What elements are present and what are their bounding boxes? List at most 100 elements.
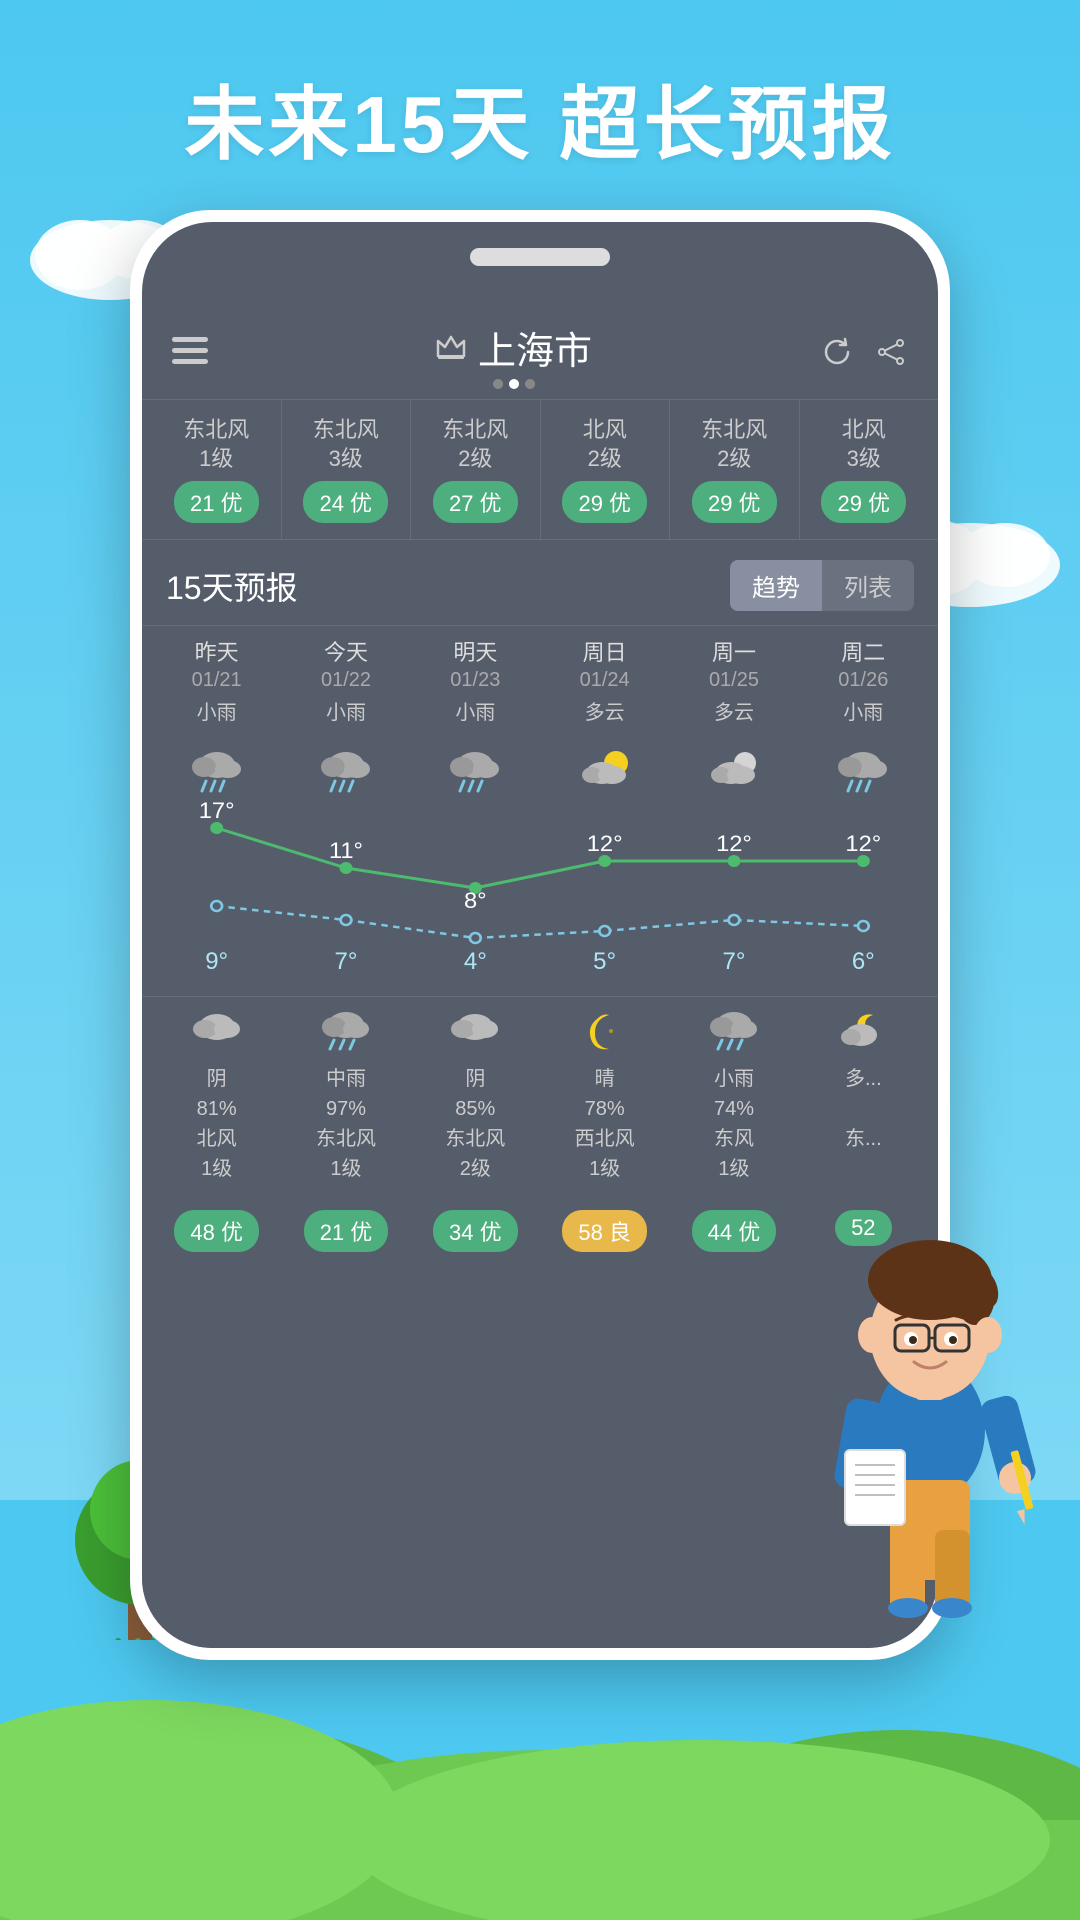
aq-col-2: 东北风2级 27 优 [411, 400, 541, 539]
aq-badge-0: 21 优 [174, 481, 259, 523]
day-weather-4: 多云 [675, 696, 792, 725]
day-label-3: 周日 [546, 638, 663, 669]
phone-speaker [470, 248, 610, 266]
bottom-aq-3: 58 良 [540, 1202, 669, 1252]
aq-badge-4: 29 优 [692, 481, 777, 523]
aq-col-0: 东北风1级 21 优 [152, 400, 282, 539]
detail-0: 阴81%北风1级 [152, 1056, 281, 1192]
forecast-tabs: 趋势 列表 [730, 560, 914, 611]
dot-2 [509, 379, 519, 389]
aq-badge-5: 29 优 [821, 481, 906, 523]
aq-badge-2: 27 优 [433, 481, 518, 523]
bottom-icon-2 [411, 1007, 540, 1056]
character-decoration [790, 1140, 1070, 1640]
top-icon-2 [411, 747, 540, 798]
bottom-aq-4: 44 优 [669, 1202, 798, 1252]
day-col-4: 周一 01/25 多云 [669, 626, 798, 737]
day-date-3: 01/24 [546, 669, 663, 692]
dot-3 [525, 379, 535, 389]
dot-1 [493, 379, 503, 389]
low-temp-5: 6° [799, 948, 928, 986]
day-weather-3: 多云 [546, 696, 663, 725]
air-quality-row: 东北风1级 21 优 东北风3级 24 优 东北风2级 27 优 北风2级 29… [142, 399, 938, 540]
day-date-4: 01/25 [675, 669, 792, 692]
bottom-aq-2: 34 优 [411, 1202, 540, 1252]
day-label-0: 昨天 [158, 638, 275, 669]
tab-trend[interactable]: 趋势 [730, 560, 822, 611]
badge-0: 48 优 [174, 1210, 259, 1252]
city-selector[interactable]: 上海市 [436, 320, 592, 389]
tab-list[interactable]: 列表 [822, 560, 914, 611]
day-col-5: 周二 01/26 小雨 [799, 626, 928, 737]
wind-1: 东北风3级 [292, 416, 401, 473]
wind-5: 北风3级 [810, 416, 919, 473]
temperature-chart: 17° 11° 8° 12° 12° 12° [152, 798, 928, 948]
city-name: 上海市 [478, 320, 592, 375]
day-weather-5: 小雨 [805, 696, 922, 725]
top-icon-1 [281, 747, 410, 798]
bottom-icon-0 [152, 1007, 281, 1056]
detail-4: 小雨74%东风1级 [669, 1056, 798, 1192]
low-temp-2: 4° [411, 948, 540, 986]
aq-col-4: 东北风2级 29 优 [670, 400, 800, 539]
wind-0: 东北风1级 [162, 416, 271, 473]
badge-4: 44 优 [692, 1210, 777, 1252]
aq-col-5: 北风3级 29 优 [800, 400, 929, 539]
day-date-5: 01/26 [805, 669, 922, 692]
bottom-icon-4 [669, 1007, 798, 1056]
low-temp-1: 7° [281, 948, 410, 986]
day-label-4: 周一 [675, 638, 792, 669]
forecast-header: 15天预报 趋势 列表 [142, 560, 938, 625]
detail-3: 晴78%西北风1级 [540, 1056, 669, 1192]
crown-icon [436, 333, 466, 363]
day-date-2: 01/23 [417, 669, 534, 692]
day-col-3: 周日 01/24 多云 [540, 626, 669, 737]
bottom-aq-1: 21 优 [281, 1202, 410, 1252]
bottom-aq-0: 48 优 [152, 1202, 281, 1252]
day-weather-2: 小雨 [417, 696, 534, 725]
top-weather-icons [142, 737, 938, 798]
aq-badge-1: 24 优 [303, 481, 388, 523]
svg-text:12°: 12° [587, 831, 623, 856]
wind-3: 北风2级 [551, 416, 660, 473]
low-temp-4: 7° [669, 948, 798, 986]
low-temp-3: 5° [540, 948, 669, 986]
day-label-2: 明天 [417, 638, 534, 669]
badge-1: 21 优 [304, 1210, 389, 1252]
top-navigation: 上海市 [142, 302, 938, 399]
low-temp-0: 9° [152, 948, 281, 986]
top-icon-0 [152, 747, 281, 798]
menu-icon[interactable] [172, 336, 208, 373]
day-label-5: 周二 [805, 638, 922, 669]
day-date-0: 01/21 [158, 669, 275, 692]
day-date-1: 01/22 [287, 669, 404, 692]
page-dots [436, 379, 592, 389]
page-title: 未来15天 超长预报 [0, 60, 1080, 176]
svg-text:12°: 12° [716, 831, 752, 856]
wind-4: 东北风2级 [680, 416, 789, 473]
nav-right-icons [820, 335, 908, 374]
aq-col-1: 东北风3级 24 优 [282, 400, 412, 539]
detail-2: 阴85%东北风2级 [411, 1056, 540, 1192]
svg-text:8°: 8° [464, 888, 487, 913]
forecast-title: 15天预报 [166, 563, 298, 609]
badge-2: 34 优 [433, 1210, 518, 1252]
top-icon-3 [540, 747, 669, 798]
days-row: 昨天 01/21 小雨 今天 01/22 小雨 明天 01/23 小雨 [142, 625, 938, 737]
wind-2: 东北风2级 [421, 416, 530, 473]
low-temps-row: 9° 7° 4° 5° 7° 6° [142, 948, 938, 986]
bottom-icon-3 [540, 1007, 669, 1056]
bottom-icon-5 [799, 1007, 928, 1056]
aq-col-3: 北风2级 29 优 [541, 400, 671, 539]
detail-1: 中雨97%东北风1级 [281, 1056, 410, 1192]
svg-text:11°: 11° [329, 838, 363, 863]
day-label-1: 今天 [287, 638, 404, 669]
bottom-icons-row [142, 996, 938, 1056]
top-icon-4 [669, 747, 798, 798]
day-col-1: 今天 01/22 小雨 [281, 626, 410, 737]
day-weather-1: 小雨 [287, 696, 404, 725]
svg-text:17°: 17° [199, 798, 235, 823]
refresh-icon[interactable] [820, 335, 854, 374]
aq-badge-3: 29 优 [562, 481, 647, 523]
share-icon[interactable] [874, 335, 908, 374]
